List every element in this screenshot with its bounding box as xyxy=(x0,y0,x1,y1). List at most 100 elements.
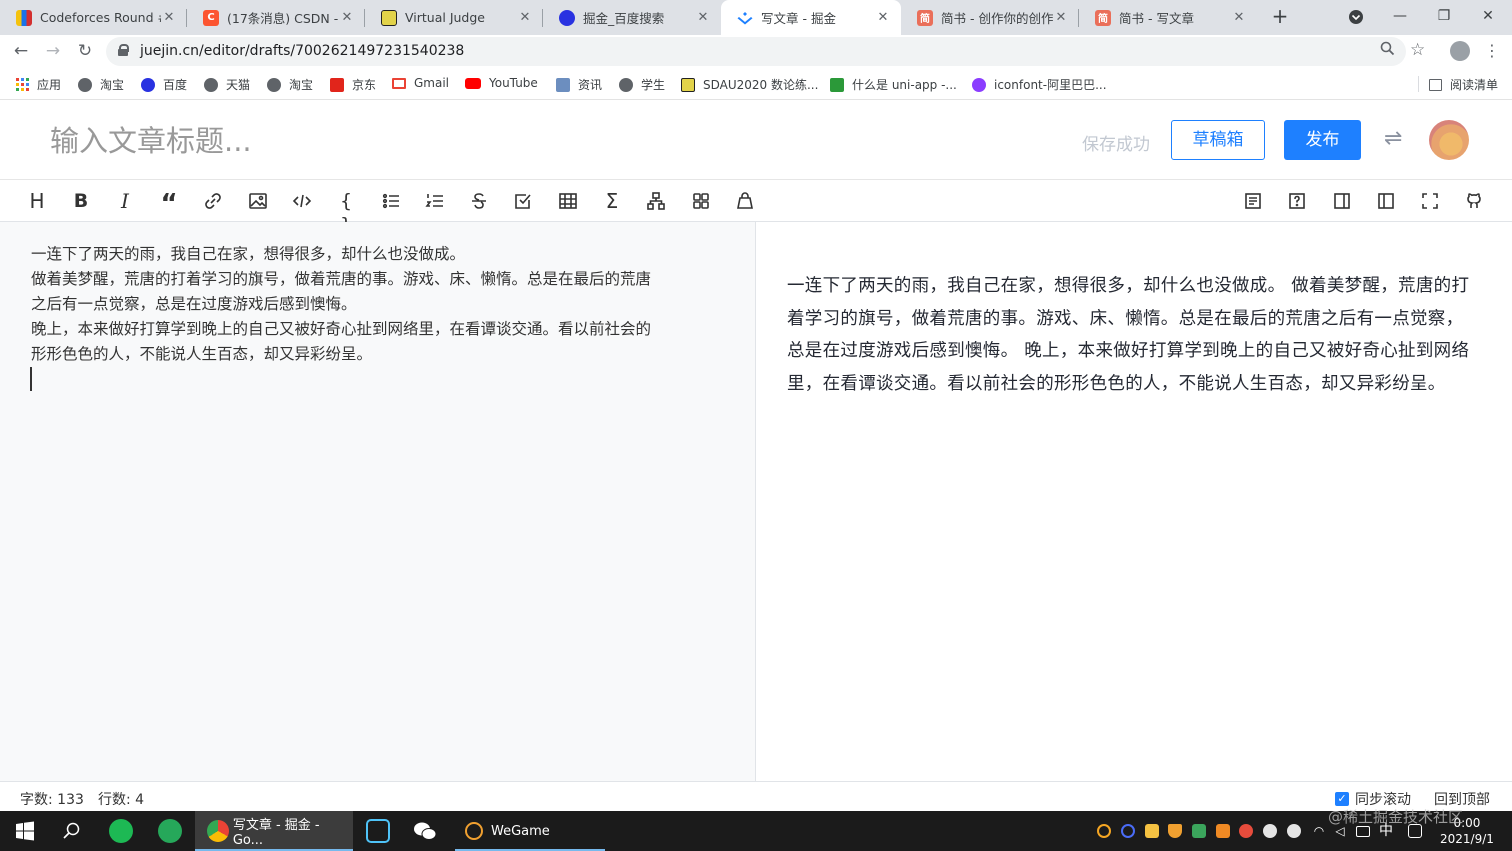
source-line[interactable]: 做着美梦醒，荒唐的打着学习的旗号，做着荒唐的事。游戏、床、懒惰。总是在最后的荒唐 xyxy=(31,267,651,289)
reload-button[interactable]: ↻ xyxy=(73,39,97,63)
qq-icon[interactable] xyxy=(1263,824,1277,838)
bookmark-uniapp[interactable]: 什么是 uni-app -... xyxy=(830,76,957,93)
restore-button[interactable]: ❐ xyxy=(1422,0,1466,35)
profile-avatar[interactable] xyxy=(1450,41,1470,61)
music-app-icon[interactable] xyxy=(109,819,133,843)
source-line[interactable]: 形形色色的人，不能说人生百态，却又异彩纷呈。 xyxy=(31,342,372,364)
grid-components-icon[interactable] xyxy=(689,189,713,213)
new-tab-button[interactable]: + xyxy=(1268,5,1292,29)
qq-icon[interactable] xyxy=(1287,824,1301,838)
strikethrough-icon[interactable] xyxy=(467,189,491,213)
flowchart-icon[interactable] xyxy=(644,189,668,213)
address-bar[interactable]: juejin.cn/editor/drafts/7002621497231540… xyxy=(106,37,1425,66)
switch-editor-icon[interactable]: ⇌ xyxy=(1384,126,1402,151)
url-text[interactable]: juejin.cn/editor/drafts/7002621497231540… xyxy=(140,43,464,59)
source-line[interactable]: 之后有一点觉察，总是在过度游戏后感到懊悔。 xyxy=(31,292,357,314)
bookmark-gmail[interactable]: Gmail xyxy=(392,76,449,90)
bookmark-youtube[interactable]: YouTube xyxy=(465,76,538,90)
tab-codeforces[interactable]: Codeforces Round # ✕ xyxy=(0,0,187,35)
github-icon[interactable] xyxy=(1462,189,1486,213)
bookmark-taobao-2[interactable]: 淘宝 xyxy=(267,76,313,93)
close-window-button[interactable]: ✕ xyxy=(1466,0,1510,35)
link-icon[interactable] xyxy=(201,189,225,213)
bookmark-star-icon[interactable]: ☆ xyxy=(1410,40,1425,60)
write-only-icon[interactable] xyxy=(1374,189,1398,213)
table-icon[interactable] xyxy=(556,189,580,213)
bookmark-jd[interactable]: 京东 xyxy=(330,76,376,93)
drafts-button[interactable]: 草稿箱 xyxy=(1171,120,1265,160)
lock-icon[interactable] xyxy=(118,44,129,56)
publish-button[interactable]: 发布 xyxy=(1284,120,1361,160)
bookmark-news[interactable]: 资讯 xyxy=(556,76,602,93)
checkbox-icon[interactable] xyxy=(511,189,535,213)
bookmark-student[interactable]: 学生 xyxy=(619,76,665,93)
tab-title: Codeforces Round # xyxy=(40,10,161,25)
checkbox-checked-icon[interactable]: ✓ xyxy=(1335,792,1349,806)
tray-app-icon[interactable] xyxy=(1121,824,1135,838)
baidu-paw-icon xyxy=(559,9,575,26)
tab-csdn[interactable]: C (17条消息) CSDN - 专 ✕ xyxy=(187,0,365,35)
search-icon[interactable] xyxy=(60,819,84,843)
heading-icon[interactable]: H xyxy=(25,189,49,213)
close-icon[interactable]: ✕ xyxy=(695,10,711,25)
bookmark-tmall[interactable]: 天猫 xyxy=(204,76,250,93)
evernote-icon[interactable] xyxy=(158,819,182,843)
code-block-icon[interactable]: { } xyxy=(334,189,358,236)
tray-app-icon[interactable] xyxy=(1097,824,1111,838)
tab-jianshu-write[interactable]: 简 简书 - 写文章 ✕ xyxy=(1079,0,1257,35)
reading-list[interactable]: 阅读清单 xyxy=(1428,76,1498,93)
qq-icon[interactable] xyxy=(1239,824,1253,838)
content-outline-icon[interactable] xyxy=(1241,189,1265,213)
tab-title: 掘金_百度搜索 xyxy=(583,11,665,26)
tray-app-icon[interactable] xyxy=(1216,824,1230,838)
code-icon[interactable] xyxy=(290,189,314,213)
markdown-source-pane[interactable]: 一连下了两天的雨，我自己在家，想得很多，却什么也没做成。 做着美梦醒，荒唐的打着… xyxy=(0,222,756,781)
close-icon[interactable]: ✕ xyxy=(1053,10,1069,25)
close-icon[interactable]: ✕ xyxy=(517,10,533,25)
plugin-bag-icon[interactable] xyxy=(733,189,757,213)
source-line[interactable]: 一连下了两天的雨，我自己在家，想得很多，却什么也没做成。 xyxy=(31,242,465,264)
ordered-list-icon[interactable] xyxy=(423,189,447,213)
article-title-input[interactable] xyxy=(50,120,950,162)
avatar[interactable] xyxy=(1429,120,1469,160)
close-icon[interactable]: ✕ xyxy=(339,10,355,25)
bookmark-taobao[interactable]: 淘宝 xyxy=(78,76,124,93)
folder-icon[interactable] xyxy=(1145,824,1159,838)
minimize-button[interactable]: — xyxy=(1378,0,1422,35)
unordered-list-icon[interactable] xyxy=(379,189,403,213)
formula-sigma-icon[interactable]: Σ xyxy=(600,189,624,213)
tab-jianshu-create[interactable]: 简 简书 - 创作你的创作 ✕ xyxy=(901,0,1079,35)
taskbar-wegame-window[interactable]: WeGame xyxy=(455,811,605,851)
tab-search-icon[interactable] xyxy=(1334,0,1378,35)
quote-icon[interactable]: “ xyxy=(157,189,181,219)
source-line[interactable]: 晚上，本来做好打算学到晚上的自己又被好奇心扯到网络里，在看谭谈交通。看以前社会的 xyxy=(31,317,651,339)
forward-button[interactable]: → xyxy=(41,39,65,63)
battery-icon[interactable] xyxy=(1356,826,1370,837)
bookmark-baidu[interactable]: 百度 xyxy=(141,76,187,93)
nvidia-icon[interactable] xyxy=(1192,824,1206,838)
taskbar-chrome-window[interactable]: 写文章 - 掘金 - Go... xyxy=(195,811,353,851)
close-icon[interactable]: ✕ xyxy=(1231,10,1247,25)
menu-kebab-icon[interactable]: ⋮ xyxy=(1484,41,1500,60)
italic-icon[interactable]: I xyxy=(113,189,137,213)
windows-start-icon[interactable] xyxy=(13,819,37,843)
fullscreen-icon[interactable] xyxy=(1418,189,1442,213)
bookmark-iconfont[interactable]: iconfont-阿里巴巴... xyxy=(972,76,1107,93)
tab-baidu[interactable]: 掘金_百度搜索 ✕ xyxy=(543,0,721,35)
shield-icon[interactable] xyxy=(1168,824,1182,838)
tab-juejin-write[interactable]: 写文章 - 掘金 ✕ xyxy=(721,0,901,35)
preview-only-icon[interactable] xyxy=(1330,189,1354,213)
zoom-icon[interactable] xyxy=(1380,41,1395,60)
bookmark-apps[interactable]: 应用 xyxy=(16,76,61,93)
close-icon[interactable]: ✕ xyxy=(875,10,891,25)
help-icon[interactable] xyxy=(1285,189,1309,213)
image-icon[interactable] xyxy=(246,189,270,213)
bold-icon[interactable]: B xyxy=(69,189,93,213)
back-button[interactable]: ← xyxy=(9,39,33,63)
tab-virtual-judge[interactable]: Virtual Judge ✕ xyxy=(365,0,543,35)
bilibili-icon[interactable] xyxy=(366,819,390,843)
close-icon[interactable]: ✕ xyxy=(161,10,177,25)
wechat-icon[interactable] xyxy=(413,819,437,843)
bookmark-sdau2020[interactable]: SDAU2020 数论练... xyxy=(681,76,818,93)
wifi-icon[interactable]: ◠ xyxy=(1312,824,1326,838)
